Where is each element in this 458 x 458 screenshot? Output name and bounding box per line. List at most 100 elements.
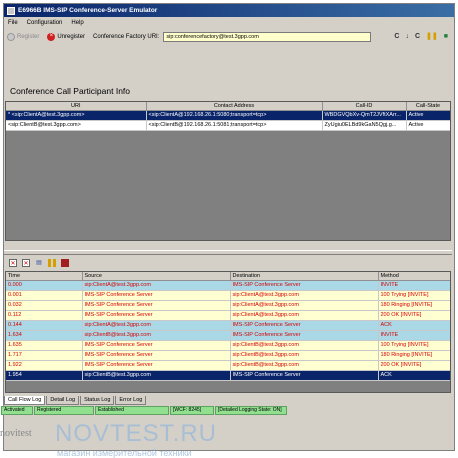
menu-help[interactable]: Help (71, 20, 83, 26)
cell-call-state: Active (406, 120, 450, 131)
watermark-sub-text: магазин измерительной техники (57, 448, 192, 458)
cell-destination: IMS-SIP Conference Server (230, 330, 379, 341)
cursor-tool2-icon[interactable]: C (415, 33, 420, 40)
col-time[interactable]: Time (6, 272, 83, 281)
tab-error-log[interactable]: Error Log (115, 396, 147, 405)
cell-destination: IMS-SIP Conference Server (230, 370, 379, 381)
clear-log-icon[interactable]: ✕ (9, 259, 17, 267)
cell-time: 1.922 (6, 360, 83, 371)
watermark: novitest NOVTEST.RU магазин измерительно… (0, 412, 458, 458)
cell-source: sip:ClientB@test.3gpp.com (82, 330, 231, 341)
cell-method: INVITE (378, 330, 450, 341)
cell-source: sip:ClientB@test.3gpp.com (82, 370, 231, 381)
cell-source: sip:ClientA@test.3gpp.com (82, 320, 231, 331)
cell-source: IMS-SIP Conference Server (82, 300, 231, 311)
conference-factory-label: Conference Factory URI: (93, 33, 160, 40)
stop-icon[interactable]: ■ (444, 33, 448, 40)
participants-section-title: Conference Call Participant Info (10, 86, 131, 96)
register-icon (7, 32, 15, 41)
cell-destination: IMS-SIP Conference Server (230, 320, 379, 331)
cell-method: 100 Trying [INVITE] (378, 290, 450, 301)
cell-method: ACK (378, 370, 450, 381)
table-row[interactable]: 1.635 IMS-SIP Conference Server sip:Client… (6, 340, 450, 351)
col-call-state[interactable]: Call-State (406, 102, 450, 111)
table-row[interactable]: 1.717 IMS-SIP Conference Server sip:Client… (6, 350, 450, 361)
unregister-button[interactable]: × Unregister (47, 32, 86, 41)
table-row[interactable]: * <sip:ClientA@test.3gpp.com> <sip:Clien… (6, 110, 450, 121)
menu-bar: File Configuration Help (4, 17, 454, 29)
cell-destination: sip:ClientB@test.3gpp.com (230, 350, 379, 361)
cell-method: ACK (378, 320, 450, 331)
table-row[interactable]: 0.001 IMS-SIP Conference Server sip:Client… (6, 290, 450, 301)
cell-uri: <sip:ClientB@test.3gpp.com> (6, 120, 147, 131)
table-row[interactable]: <sip:ClientB@test.3gpp.com> <sip:ClientB… (6, 120, 450, 131)
cell-contact: <sip:ClientA@192.168.26.1:5080;transport… (146, 110, 323, 121)
col-call-id[interactable]: Call-ID (322, 102, 407, 111)
cell-time: 1.717 (6, 350, 83, 361)
col-source[interactable]: Source (82, 272, 231, 281)
log-toolbar: ✕ ✕ ▤ (9, 259, 69, 267)
col-contact-address[interactable]: Contact Address (146, 102, 323, 111)
tab-status-log[interactable]: Status Log (80, 396, 115, 405)
cell-time: 0.032 (6, 300, 83, 311)
col-uri[interactable]: URI (6, 102, 147, 111)
register-button[interactable]: Register (7, 32, 40, 41)
cell-destination: sip:ClientA@test.3gpp.com (230, 310, 379, 321)
participants-table: URI Contact Address Call-ID Call-State *… (5, 101, 451, 241)
menu-file[interactable]: File (8, 20, 18, 26)
cell-method: 100 Trying [INVITE] (378, 340, 450, 351)
register-label: Register (17, 33, 40, 40)
clear-all-icon[interactable]: ✕ (22, 259, 30, 267)
cell-source: IMS-SIP Conference Server (82, 310, 231, 321)
window-title: E6966B IMS-SIP Conference-Server Emulato… (18, 7, 158, 14)
title-bar: E6966B IMS-SIP Conference-Server Emulato… (4, 4, 454, 17)
toolbar-right-icons: C ↓ C ❚❚ ■ (394, 32, 448, 41)
col-method[interactable]: Method (378, 272, 450, 281)
log-tabs: Call Flow Log Detail Log Status Log Erro… (4, 396, 147, 405)
cell-contact: <sip:ClientB@192.168.26.1:5081;transport… (146, 120, 323, 131)
table-row[interactable]: 1.954 sip:ClientB@test.3gpp.com IMS-SIP Co… (6, 370, 450, 381)
cell-destination: sip:ClientA@test.3gpp.com (230, 290, 379, 301)
cell-call-state: Active (406, 110, 450, 121)
cell-time: 1.635 (6, 340, 83, 351)
pause-log-icon[interactable] (48, 259, 56, 267)
cell-method: 180 Ringing [INVITE] (378, 350, 450, 361)
cell-time: 0.000 (6, 280, 83, 291)
splitter[interactable] (4, 250, 452, 255)
table-row[interactable]: 0.032 IMS-SIP Conference Server sip:Client… (6, 300, 450, 311)
table-row[interactable]: 0.144 sip:ClientA@test.3gpp.com IMS-SIP Co… (6, 320, 450, 331)
cell-time: 1.954 (6, 370, 83, 381)
cell-source: sip:ClientA@test.3gpp.com (82, 280, 231, 291)
tab-detail-log[interactable]: Detail Log (46, 396, 80, 405)
menu-configuration[interactable]: Configuration (27, 20, 63, 26)
col-destination[interactable]: Destination (230, 272, 379, 281)
pause-icon[interactable]: ❚❚ (426, 32, 438, 40)
cell-method: 200 OK [INVITE] (378, 310, 450, 321)
call-flow-log-table: Time Source Destination Method 0.000 sip:… (5, 271, 451, 393)
save-log-icon[interactable]: ▤ (35, 259, 43, 267)
cursor-tool-icon[interactable]: C (394, 33, 399, 40)
cell-destination: sip:ClientB@test.3gpp.com (230, 340, 379, 351)
cell-time: 1.634 (6, 330, 83, 341)
cell-destination: sip:ClientB@test.3gpp.com (230, 360, 379, 371)
conference-factory-input[interactable]: sip:conferencefactory@test.3gpp.com (163, 31, 372, 42)
cell-method: 200 OK [INVITE] (378, 360, 450, 371)
table-row[interactable]: 0.112 IMS-SIP Conference Server sip:Client… (6, 310, 450, 321)
table-row[interactable]: 1.634 sip:ClientB@test.3gpp.com IMS-SIP Co… (6, 330, 450, 341)
cell-source: IMS-SIP Conference Server (82, 350, 231, 361)
toolbar: Register × Unregister Conference Factory… (4, 29, 454, 44)
download-icon[interactable]: ↓ (405, 33, 409, 40)
app-icon (7, 6, 15, 15)
cell-time: 0.112 (6, 310, 83, 321)
cell-call-id: ZyUgiu0ELBd9kGaN5Qgj.g... (322, 120, 407, 131)
table-row[interactable]: 1.922 IMS-SIP Conference Server sip:Client… (6, 360, 450, 371)
stop-log-icon[interactable] (61, 259, 69, 267)
watermark-logo: novitest (0, 428, 32, 439)
unregister-icon: × (47, 32, 56, 41)
cell-method: 180 Ringing [INVITE] (378, 300, 450, 311)
cell-source: IMS-SIP Conference Server (82, 340, 231, 351)
unregister-label: Unregister (57, 33, 86, 40)
table-row[interactable]: 0.000 sip:ClientA@test.3gpp.com IMS-SIP Co… (6, 280, 450, 291)
tab-call-flow-log[interactable]: Call Flow Log (4, 396, 46, 405)
watermark-main-text: NOVTEST.RU (55, 420, 218, 447)
